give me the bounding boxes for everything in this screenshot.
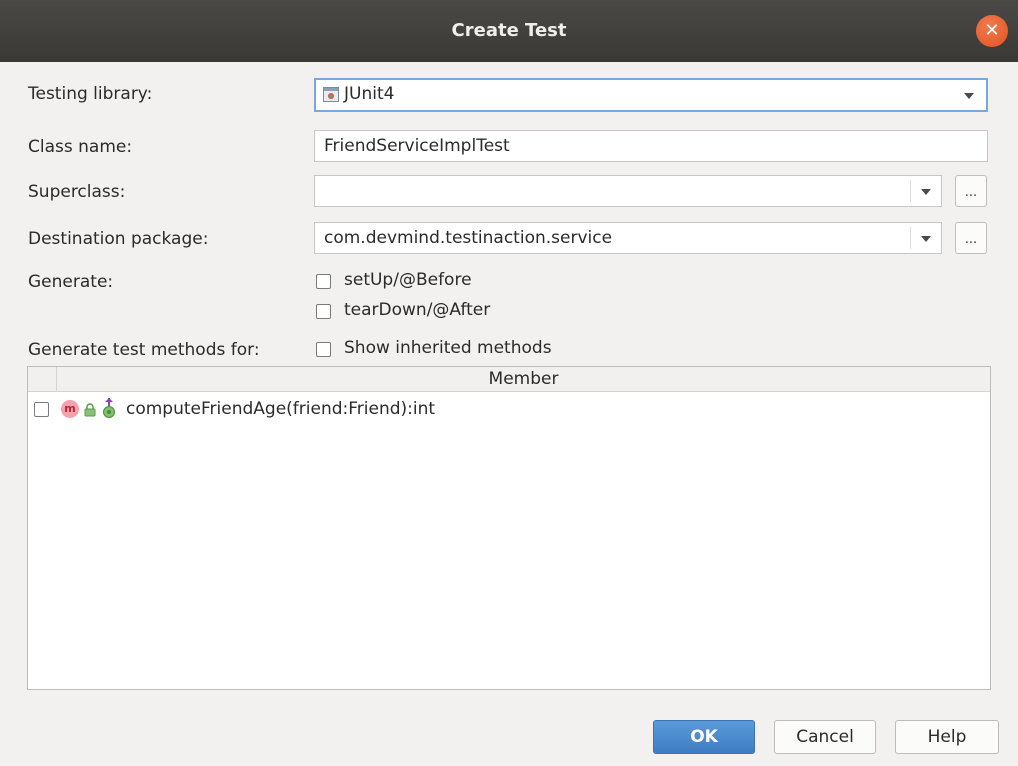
chevron-down-icon xyxy=(964,93,974,99)
members-table: Member m computeFriendAge(friend:Friend)… xyxy=(27,366,991,690)
superclass-label: Superclass: xyxy=(28,182,126,202)
close-button[interactable]: ✕ xyxy=(976,15,1008,47)
junit-icon xyxy=(323,87,339,102)
setup-before-label[interactable]: setUp/@Before xyxy=(344,270,472,290)
generate-label: Generate: xyxy=(28,272,114,292)
testing-library-label: Testing library: xyxy=(28,84,153,104)
teardown-after-checkbox[interactable] xyxy=(316,304,331,319)
protected-lock-icon xyxy=(84,402,96,422)
table-header: Member xyxy=(28,367,990,392)
method-icon: m xyxy=(61,400,79,418)
combo-divider xyxy=(910,227,911,249)
header-check-column[interactable] xyxy=(28,367,57,391)
destination-package-value: com.devmind.testinaction.service xyxy=(324,228,613,248)
cancel-button[interactable]: Cancel xyxy=(774,720,876,754)
testing-library-select[interactable]: JUnit4 xyxy=(314,78,988,112)
table-row[interactable]: m computeFriendAge(friend:Friend):int xyxy=(28,397,990,423)
help-button[interactable]: Help xyxy=(895,720,999,754)
class-name-value: FriendServiceImplTest xyxy=(324,136,510,156)
member-signature: computeFriendAge(friend:Friend):int xyxy=(126,399,436,419)
dialog-title: Create Test xyxy=(451,20,567,41)
class-name-input[interactable]: FriendServiceImplTest xyxy=(314,130,988,162)
show-inherited-checkbox[interactable] xyxy=(316,342,331,357)
generate-methods-label: Generate test methods for: xyxy=(28,340,260,360)
testing-library-value: JUnit4 xyxy=(344,84,395,104)
pin-icon xyxy=(101,398,117,425)
superclass-browse-button[interactable]: ... xyxy=(955,175,987,207)
chevron-down-icon[interactable] xyxy=(921,189,931,195)
member-row-checkbox[interactable] xyxy=(34,402,49,417)
create-test-dialog: Create Test ✕ Testing library: JUnit4 Cl… xyxy=(0,0,1018,766)
combo-divider xyxy=(910,180,911,202)
chevron-down-icon[interactable] xyxy=(921,236,931,242)
class-name-label: Class name: xyxy=(28,137,133,157)
setup-before-checkbox[interactable] xyxy=(316,274,331,289)
destination-package-combo[interactable]: com.devmind.testinaction.service xyxy=(314,222,942,254)
show-inherited-label[interactable]: Show inherited methods xyxy=(344,338,552,358)
superclass-combo[interactable] xyxy=(314,175,942,207)
ok-button[interactable]: OK xyxy=(653,720,755,754)
teardown-after-label[interactable]: tearDown/@After xyxy=(344,300,490,320)
title-bar: Create Test ✕ xyxy=(0,0,1018,62)
destination-package-browse-button[interactable]: ... xyxy=(955,222,987,254)
member-column-header[interactable]: Member xyxy=(57,367,990,391)
destination-package-label: Destination package: xyxy=(28,229,209,249)
close-icon: ✕ xyxy=(984,20,1000,41)
